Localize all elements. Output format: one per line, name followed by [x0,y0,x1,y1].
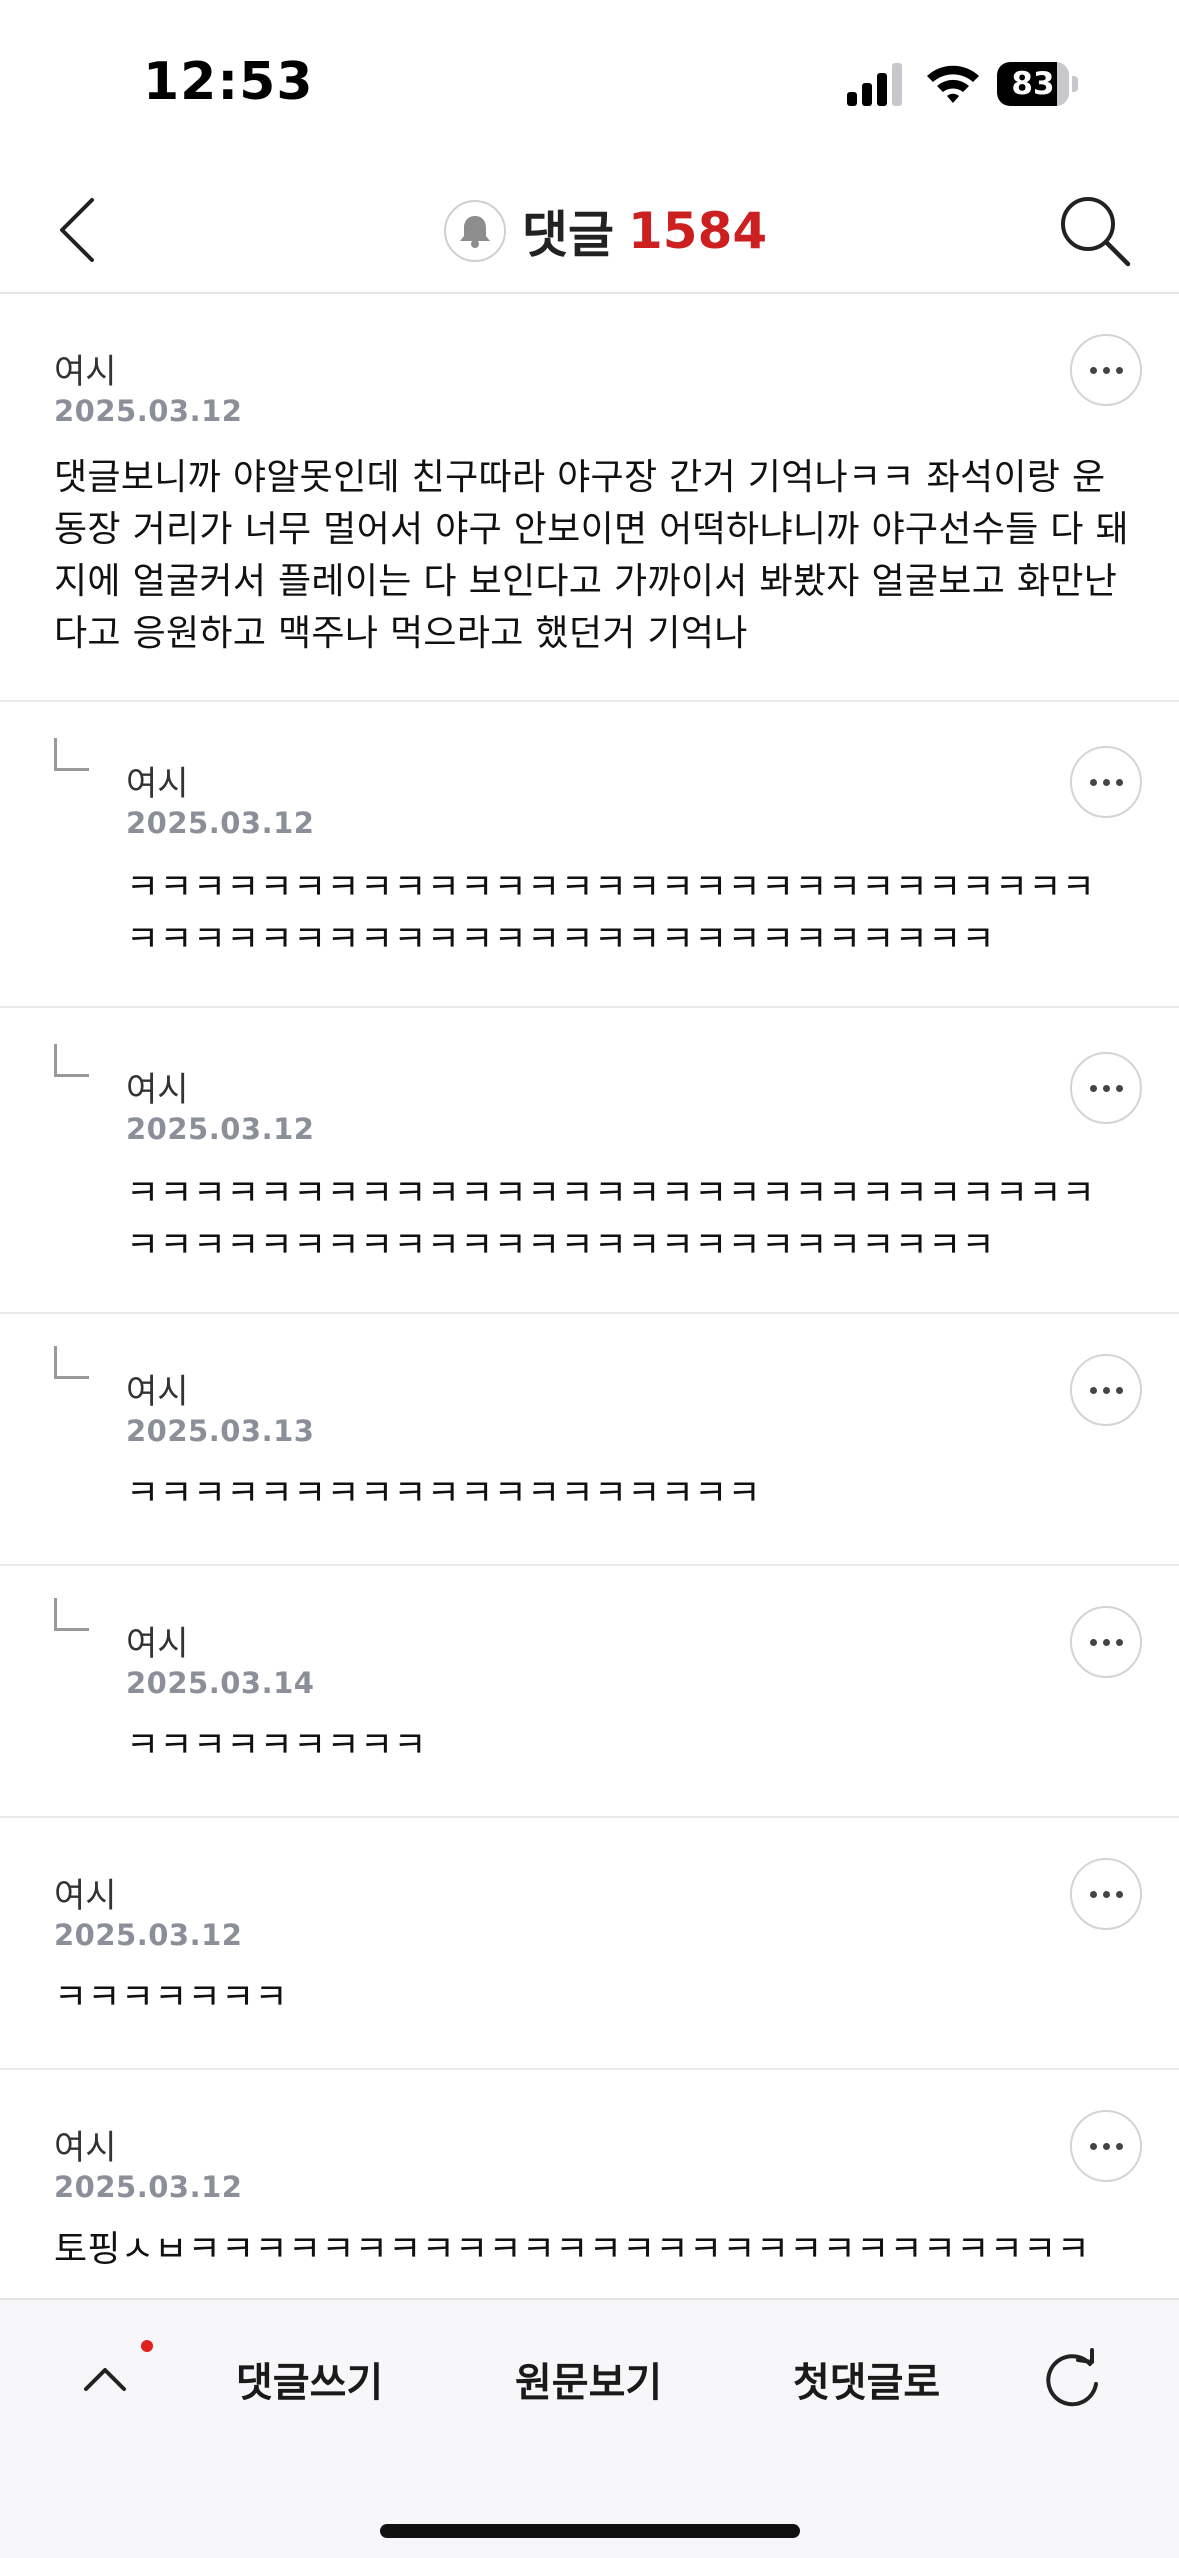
comment-date: 2025.03.13 [126,1414,315,1448]
comment-author: 여시 [54,2128,117,2168]
comment-date: 2025.03.12 [126,1112,315,1146]
more-icon [1089,1638,1123,1646]
comment-text: ㅋㅋㅋㅋㅋㅋㅋ [54,1977,288,2018]
more-options-button[interactable] [1070,334,1142,406]
comment-count: 1584 [628,202,768,260]
comment-author: 여시 [126,1070,189,1110]
header-title-group: 댓글 1584 [444,192,767,270]
more-icon [1089,1084,1123,1092]
refresh-button[interactable] [1038,2344,1108,2414]
more-icon [1089,2142,1123,2150]
more-options-button[interactable] [1070,2110,1142,2182]
more-options-button[interactable] [1070,1606,1142,1678]
more-options-button[interactable] [1070,1052,1142,1124]
more-options-button[interactable] [1070,746,1142,818]
more-icon [1089,1386,1123,1394]
more-icon [1089,778,1123,786]
bell-button[interactable] [444,200,506,262]
status-time: 12:53 [143,52,314,112]
notification-dot [141,2340,153,2352]
comment-item: 여시 2025.03.12 토핑ㅅㅂㅋㅋㅋㅋㅋㅋㅋㅋㅋㅋㅋㅋㅋㅋㅋㅋㅋㅋㅋㅋㅋㅋ… [0,2070,1179,2298]
comment-author: 여시 [126,1372,189,1412]
reply-item: 여시 2025.03.14 ㅋㅋㅋㅋㅋㅋㅋㅋㅋ [0,1566,1179,1818]
cellular-signal-icon [847,63,902,106]
comment-text: ㅋㅋㅋㅋㅋㅋㅋㅋㅋㅋㅋㅋㅋㅋㅋㅋㅋㅋㅋㅋㅋㅋㅋㅋㅋㅋㅋㅋㅋㅋㅋㅋㅋㅋㅋㅋㅋㅋㅋㅋ… [126,867,1096,960]
comment-author: 여시 [54,1876,117,1916]
reply-item: 여시 2025.03.12 ㅋㅋㅋㅋㅋㅋㅋㅋㅋㅋㅋㅋㅋㅋㅋㅋㅋㅋㅋㅋㅋㅋㅋㅋㅋㅋ… [0,1008,1179,1314]
reply-indicator-icon [54,738,89,771]
more-options-button[interactable] [1070,1858,1142,1930]
bottom-toolbar: 댓글쓰기 원문보기 첫댓글로 [0,2298,1179,2558]
more-icon [1089,366,1123,374]
comment-item: 여시 2025.03.12 댓글보니까 야알못인데 친구따라 야구장 간거 기억… [0,294,1179,702]
scroll-top-button[interactable] [70,2344,140,2414]
comment-date: 2025.03.12 [54,394,243,428]
search-button[interactable] [1052,188,1136,272]
comment-text: ㅋㅋㅋㅋㅋㅋㅋㅋㅋㅋㅋㅋㅋㅋㅋㅋㅋㅋㅋㅋㅋㅋㅋㅋㅋㅋㅋㅋㅋㅋㅋㅋㅋㅋㅋㅋㅋㅋㅋㅋ… [126,1173,1096,1266]
comment-date: 2025.03.12 [126,806,315,840]
first-comment-button[interactable]: 첫댓글로 [793,2350,940,2408]
battery-percentage: 83 [1011,66,1055,102]
more-icon [1089,1890,1123,1898]
status-bar: 12:53 83 [0,0,1179,170]
home-indicator [380,2524,800,2538]
comment-date: 2025.03.14 [126,1666,315,1700]
comments-header: 댓글 1584 [0,170,1179,294]
comment-author: 여시 [126,1624,189,1664]
back-button[interactable] [40,190,120,270]
view-original-button[interactable]: 원문보기 [515,2350,662,2408]
comment-text: 댓글보니까 야알못인데 친구따라 야구장 간거 기억나ㅋㅋ 좌석이랑 운동장 거… [54,457,1129,654]
page-title: 댓글 [522,206,614,264]
comment-date: 2025.03.12 [54,1918,243,1952]
comment-author: 여시 [126,764,189,804]
reply-item: 여시 2025.03.12 ㅋㅋㅋㅋㅋㅋㅋㅋㅋㅋㅋㅋㅋㅋㅋㅋㅋㅋㅋㅋㅋㅋㅋㅋㅋㅋ… [0,702,1179,1008]
reply-indicator-icon [54,1346,89,1379]
bell-icon [460,216,490,248]
comment-text: ㅋㅋㅋㅋㅋㅋㅋㅋㅋ [126,1725,427,1766]
reply-indicator-icon [54,1598,89,1631]
comment-text: ㅋㅋㅋㅋㅋㅋㅋㅋㅋㅋㅋㅋㅋㅋㅋㅋㅋㅋㅋ [126,1473,761,1514]
comment-date: 2025.03.12 [54,2170,243,2204]
comment-text: 토핑ㅅㅂㅋㅋㅋㅋㅋㅋㅋㅋㅋㅋㅋㅋㅋㅋㅋㅋㅋㅋㅋㅋㅋㅋㅋㅋㅋㅋㅋ [54,2229,1091,2270]
wifi-icon [927,65,979,103]
write-comment-button[interactable]: 댓글쓰기 [236,2350,383,2408]
battery-icon: 83 [997,62,1079,108]
comment-author: 여시 [54,352,117,392]
reply-item: 여시 2025.03.13 ㅋㅋㅋㅋㅋㅋㅋㅋㅋㅋㅋㅋㅋㅋㅋㅋㅋㅋㅋ [0,1314,1179,1566]
more-options-button[interactable] [1070,1354,1142,1426]
reply-indicator-icon [54,1044,89,1077]
comment-item: 여시 2025.03.12 ㅋㅋㅋㅋㅋㅋㅋ [0,1818,1179,2070]
